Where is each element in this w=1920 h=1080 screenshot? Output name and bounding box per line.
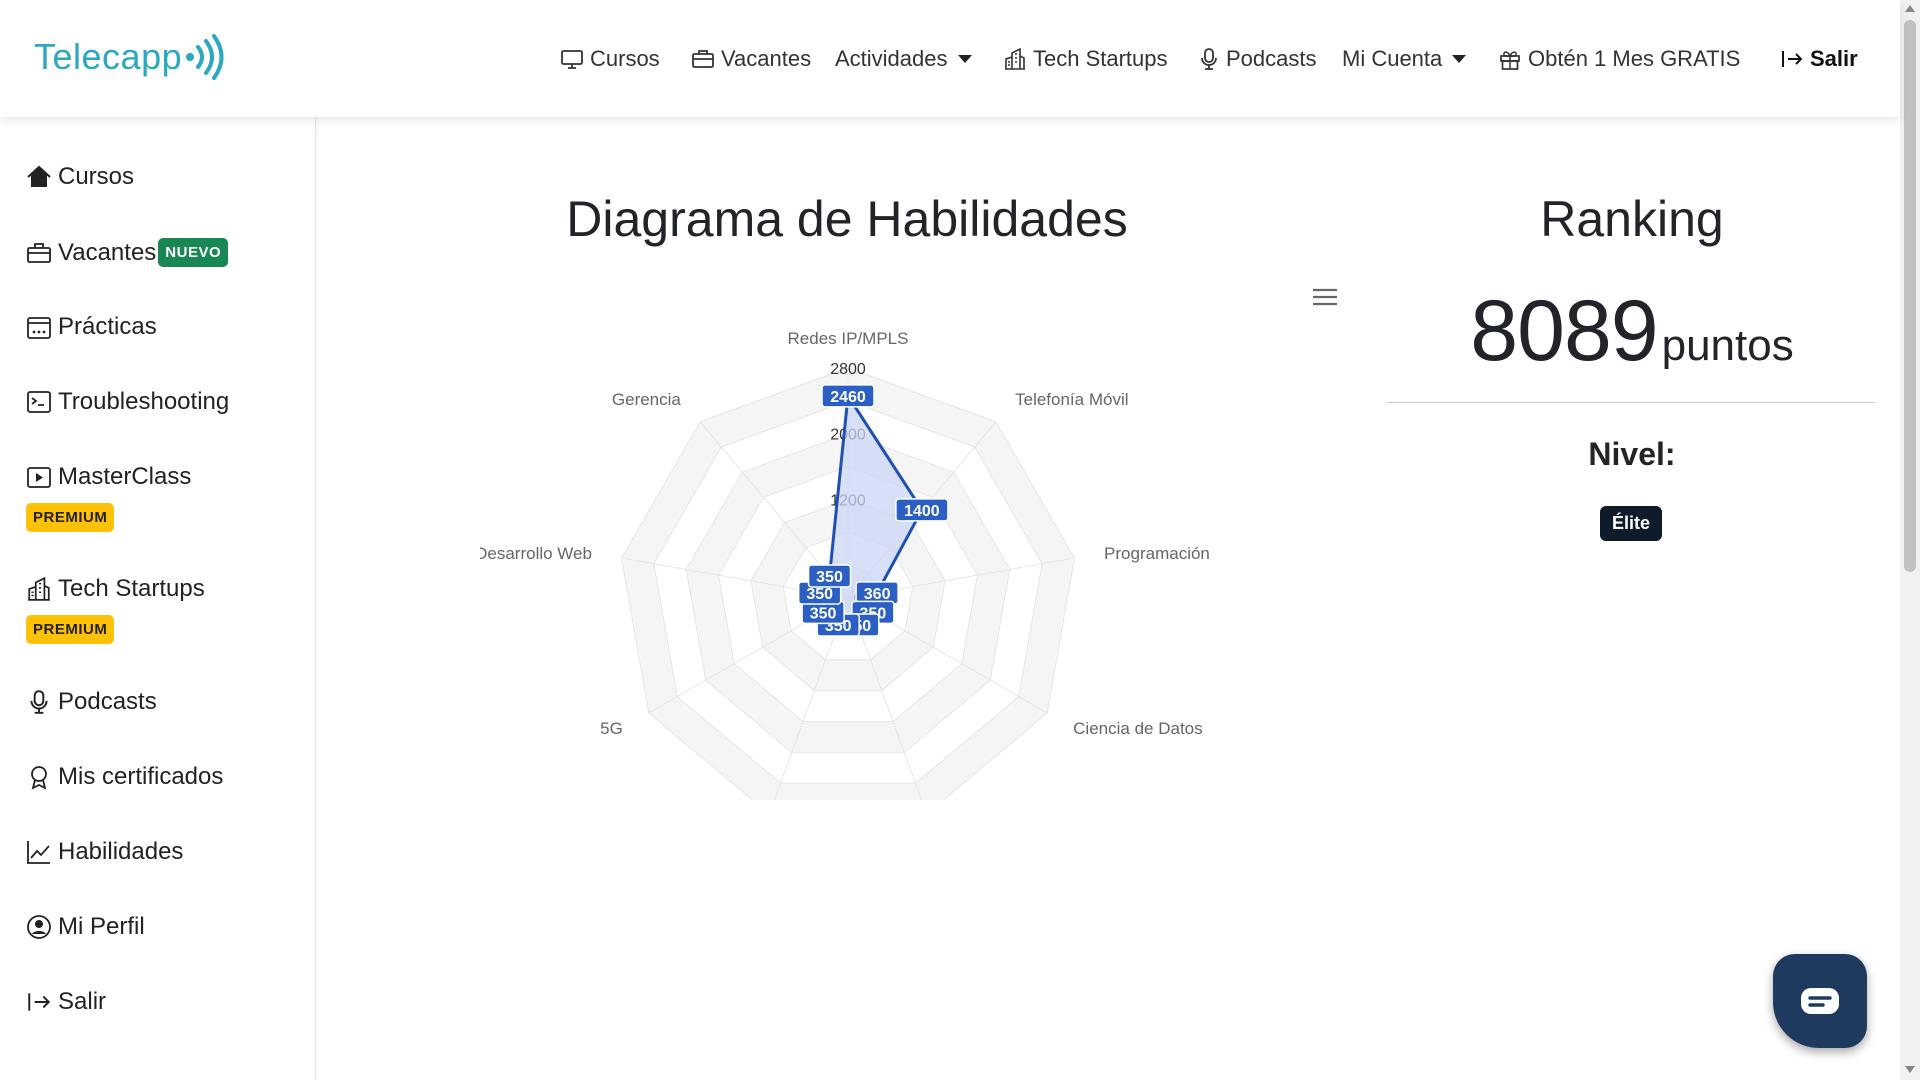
- nivel-label: Nivel:: [1588, 436, 1676, 472]
- radar-data-label: 1400: [904, 503, 940, 520]
- chat-icon: [1801, 988, 1839, 1014]
- ranking-points: 8089puntos: [1387, 282, 1877, 381]
- nav-cursos[interactable]: Cursos: [560, 46, 660, 72]
- nav-promo-label: Obtén 1 Mes GRATIS: [1528, 46, 1741, 71]
- nav-tech-startups-label: Tech Startups: [1033, 46, 1168, 71]
- briefcase-icon: [27, 242, 51, 263]
- sidebar-item-vacantes[interactable]: Vacantes NUEVO: [26, 238, 229, 267]
- premium-badge: PREMIUM: [26, 503, 115, 532]
- sidebar-item-masterclass[interactable]: MasterClass: [26, 463, 191, 491]
- sidebar-item-label: Tech Startups: [58, 575, 205, 602]
- divider: [1387, 402, 1875, 403]
- sidebar-item-label: Mis certificados: [58, 763, 224, 790]
- building-icon: [28, 576, 50, 601]
- briefcase-icon: [692, 50, 714, 68]
- caret-down-icon: [957, 55, 972, 63]
- mic-icon: [1201, 48, 1217, 70]
- award-icon: [31, 766, 47, 790]
- premium-badge: PREMIUM: [26, 615, 115, 644]
- nav-vacantes-label: Vacantes: [721, 46, 812, 71]
- sidebar-item-label: Vacantes: [58, 238, 157, 266]
- radar-category-label: Ciencia de Datos: [1073, 719, 1202, 738]
- play-icon: [27, 467, 51, 488]
- radar-data-label: 2460: [830, 389, 866, 406]
- sidebar-item-practicas[interactable]: Prácticas: [26, 313, 157, 341]
- person-circle-icon: [27, 915, 51, 939]
- sidebar-item-cursos[interactable]: Cursos: [26, 163, 134, 191]
- sidebar-item-tech-startups[interactable]: Tech Startups: [26, 575, 205, 603]
- radar-data-label: 350: [806, 586, 833, 603]
- sidebar-item-salir[interactable]: Salir: [26, 988, 106, 1016]
- nav-tech-startups[interactable]: Tech Startups: [1003, 46, 1168, 72]
- sidebar-item-label: Salir: [58, 988, 107, 1015]
- chart-title: Diagrama de Habilidades: [566, 191, 1128, 247]
- radar-category-label: 5G: [600, 719, 623, 738]
- radar-category-label: Desarrollo Web: [480, 544, 592, 563]
- calendar-icon: [27, 317, 51, 339]
- nav-vacantes[interactable]: Vacantes: [691, 46, 811, 72]
- points-value: 8089: [1470, 283, 1658, 379]
- nav-cursos-label: Cursos: [590, 46, 660, 71]
- monitor-icon: [561, 50, 583, 69]
- sidebar-item-habilidades[interactable]: Habilidades: [26, 838, 183, 866]
- nav-salir[interactable]: Salir: [1780, 46, 1858, 72]
- chat-button[interactable]: [1773, 954, 1867, 1048]
- page-scrollbar[interactable]: [1900, 0, 1920, 1080]
- sidebar-item-label: Cursos: [58, 163, 135, 190]
- logout-icon: [28, 993, 51, 1011]
- logout-icon: [1782, 51, 1803, 67]
- radar-category-label: Redes IP/MPLS: [788, 329, 909, 348]
- top-navbar: Telecapp Cursos Vacantes Actividades Tec…: [0, 0, 1900, 117]
- nuevo-badge: NUEVO: [158, 238, 229, 267]
- radar-category-label: Gerencia: [612, 390, 682, 409]
- nivel-badge: Élite: [1600, 506, 1663, 541]
- nav-actividades-dropdown[interactable]: Actividades: [835, 46, 972, 72]
- caret-down-icon: [1452, 55, 1467, 63]
- sidebar-item-label: Prácticas: [58, 313, 157, 340]
- sidebar-item-certificados[interactable]: Mis certificados: [26, 763, 223, 791]
- mic-icon: [30, 690, 48, 714]
- nav-salir-label: Salir: [1810, 46, 1858, 71]
- terminal-icon: [27, 391, 51, 413]
- sidebar-item-label: Mi Perfil: [58, 913, 145, 940]
- gift-icon: [1500, 51, 1520, 70]
- scroll-down-arrow-icon[interactable]: [1905, 1066, 1915, 1073]
- sidebar-item-label: Podcasts: [58, 688, 157, 715]
- sidebar-item-label: Troubleshooting: [58, 388, 230, 415]
- graph-up-icon: [27, 841, 50, 864]
- scroll-thumb[interactable]: [1904, 20, 1916, 572]
- sidebar-item-mi-perfil[interactable]: Mi Perfil: [26, 913, 145, 941]
- nav-podcasts[interactable]: Podcasts: [1198, 46, 1317, 72]
- nav-promo[interactable]: Obtén 1 Mes GRATIS: [1498, 46, 1740, 72]
- nav-podcasts-label: Podcasts: [1226, 46, 1317, 71]
- scroll-up-arrow-icon[interactable]: [1905, 5, 1915, 12]
- ranking-title: Ranking: [1540, 191, 1724, 247]
- radar-data-label: 350: [810, 605, 837, 622]
- chart-menu-icon[interactable]: [1312, 288, 1338, 306]
- sidebar-item-label: MasterClass: [58, 463, 192, 490]
- radar-data-label: 360: [864, 586, 891, 603]
- sidebar-item-label: Habilidades: [58, 838, 184, 865]
- nav-actividades-label: Actividades: [835, 46, 948, 71]
- radar-category-label: Programación: [1104, 544, 1210, 563]
- nav-mi-cuenta-dropdown[interactable]: Mi Cuenta: [1342, 46, 1467, 72]
- sidebar: Cursos Vacantes NUEVO Prácticas Troubles…: [0, 117, 316, 1080]
- points-unit: puntos: [1661, 321, 1794, 370]
- radar-chart: Redes IP/MPLS Telefonía Móvil Programación…: [480, 329, 1210, 800]
- sidebar-item-podcasts[interactable]: Podcasts: [26, 688, 157, 716]
- nav-mi-cuenta-label: Mi Cuenta: [1342, 46, 1443, 71]
- home-icon: [27, 165, 51, 187]
- building-icon: [1005, 47, 1025, 70]
- radar-tick-label: 2800: [830, 361, 866, 378]
- radar-category-label: Telefonía Móvil: [1015, 390, 1128, 409]
- radar-data-label: 350: [816, 569, 843, 586]
- sidebar-item-troubleshooting[interactable]: Troubleshooting: [26, 388, 229, 416]
